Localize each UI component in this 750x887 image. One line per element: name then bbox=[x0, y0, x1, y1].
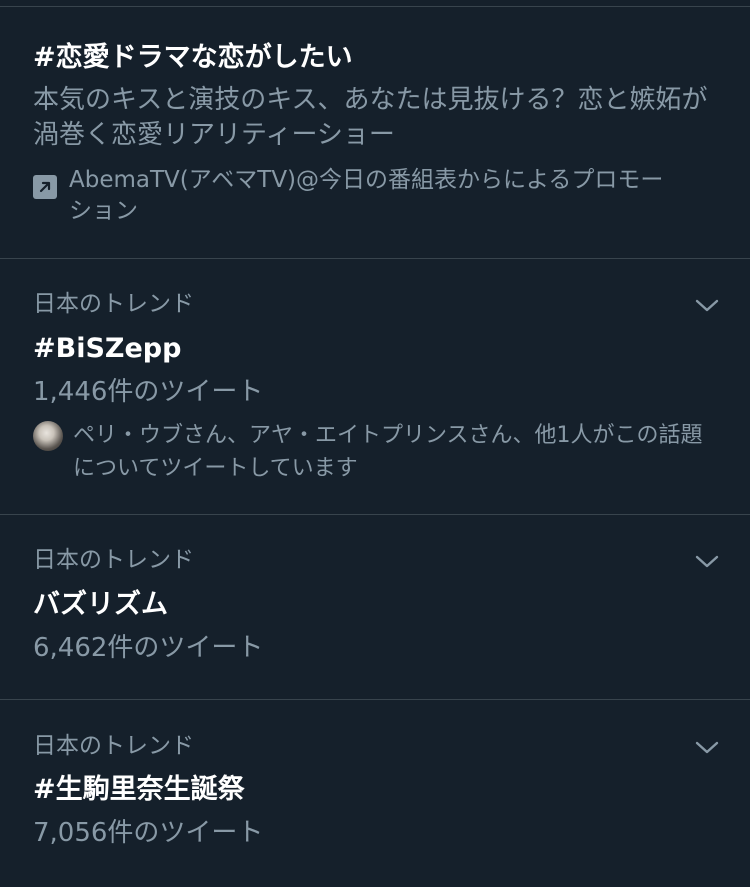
chevron-down-icon[interactable] bbox=[694, 297, 720, 315]
avatar bbox=[33, 421, 63, 451]
chevron-down-icon[interactable] bbox=[694, 739, 720, 757]
promoted-arrow-icon bbox=[33, 175, 57, 199]
trend-location-label: 日本のトレンド bbox=[33, 733, 194, 759]
trend-item[interactable]: 日本のトレンド #BiSZepp 1,446件のツイート ペリ・ウブさん、アヤ・… bbox=[0, 259, 750, 515]
promoted-trend-title[interactable]: #恋愛ドラマな恋がしたい bbox=[33, 40, 353, 76]
trend-title[interactable]: バズリズム bbox=[33, 587, 168, 623]
social-context-text: ペリ・ウブさん、アヤ・エイトプリンスさん、他1人がこの話題についてツイートしてい… bbox=[73, 423, 703, 481]
trend-item[interactable]: 日本のトレンド #生駒里奈生誕祭 7,056件のツイート bbox=[0, 700, 750, 887]
promoted-by-text[interactable]: AbemaTV(アベマTV)@今日の番組表からによるプロモーション bbox=[69, 165, 669, 227]
trend-social-context: ペリ・ウブさん、アヤ・エイトプリンスさん、他1人がこの話題についてツイートしてい… bbox=[33, 419, 723, 485]
trend-location-label: 日本のトレンド bbox=[33, 547, 194, 573]
trend-title[interactable]: #生駒里奈生誕祭 bbox=[33, 772, 245, 808]
tweet-count: 7,056件のツイート bbox=[33, 818, 264, 848]
chevron-down-icon[interactable] bbox=[694, 553, 720, 571]
trend-title[interactable]: #BiSZepp bbox=[33, 331, 181, 367]
promoted-trend-description: 本気のキスと演技のキス、あなたは見抜ける？恋と嫉妬が渦巻く恋愛リアリティーショー bbox=[33, 85, 708, 150]
tweet-count: 6,462件のツイート bbox=[33, 633, 264, 663]
promoted-by-row: AbemaTV(アベマTV)@今日の番組表からによるプロモーション bbox=[33, 165, 669, 227]
trend-location-label: 日本のトレンド bbox=[33, 291, 194, 317]
promoted-trend[interactable]: #恋愛ドラマな恋がしたい 本気のキスと演技のキス、あなたは見抜ける？恋と嫉妬が渦… bbox=[0, 7, 750, 259]
tweet-count: 1,446件のツイート bbox=[33, 377, 264, 407]
trend-item[interactable]: 日本のトレンド バズリズム 6,462件のツイート bbox=[0, 515, 750, 700]
